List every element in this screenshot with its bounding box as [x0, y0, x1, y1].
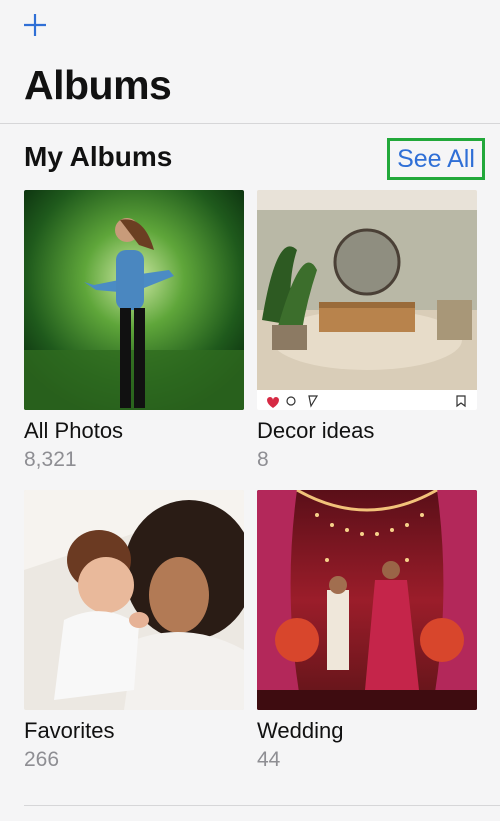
album-name: Favorites: [24, 718, 115, 743]
album-count: 8: [257, 448, 269, 471]
album-thumbnail: [24, 190, 244, 410]
album-name: Wedding: [257, 718, 344, 743]
album-thumbnail: [257, 190, 477, 410]
album-thumbnail: [257, 490, 477, 710]
section-divider: [24, 805, 500, 806]
album-tile-decor-ideas[interactable]: Decor ideas 8: [257, 190, 477, 472]
add-album-button[interactable]: [22, 12, 48, 38]
header-divider: [0, 123, 500, 124]
album-count: 44: [257, 748, 281, 771]
album-name: Decor ideas: [257, 418, 375, 443]
plus-icon: [24, 14, 46, 36]
album-count: 266: [24, 748, 60, 771]
see-all-button[interactable]: See All: [387, 138, 485, 180]
album-tile-wedding[interactable]: Wedding 44: [257, 490, 477, 772]
album-thumbnail: [24, 490, 244, 710]
album-tile-favorites[interactable]: Favorites 266: [24, 490, 244, 772]
page-title: Albums: [24, 62, 172, 108]
album-name: All Photos: [24, 418, 124, 443]
section-title: My Albums: [24, 141, 173, 172]
album-count: 8,321: [24, 448, 77, 471]
album-tile-all-photos[interactable]: All Photos 8,321: [24, 190, 244, 472]
